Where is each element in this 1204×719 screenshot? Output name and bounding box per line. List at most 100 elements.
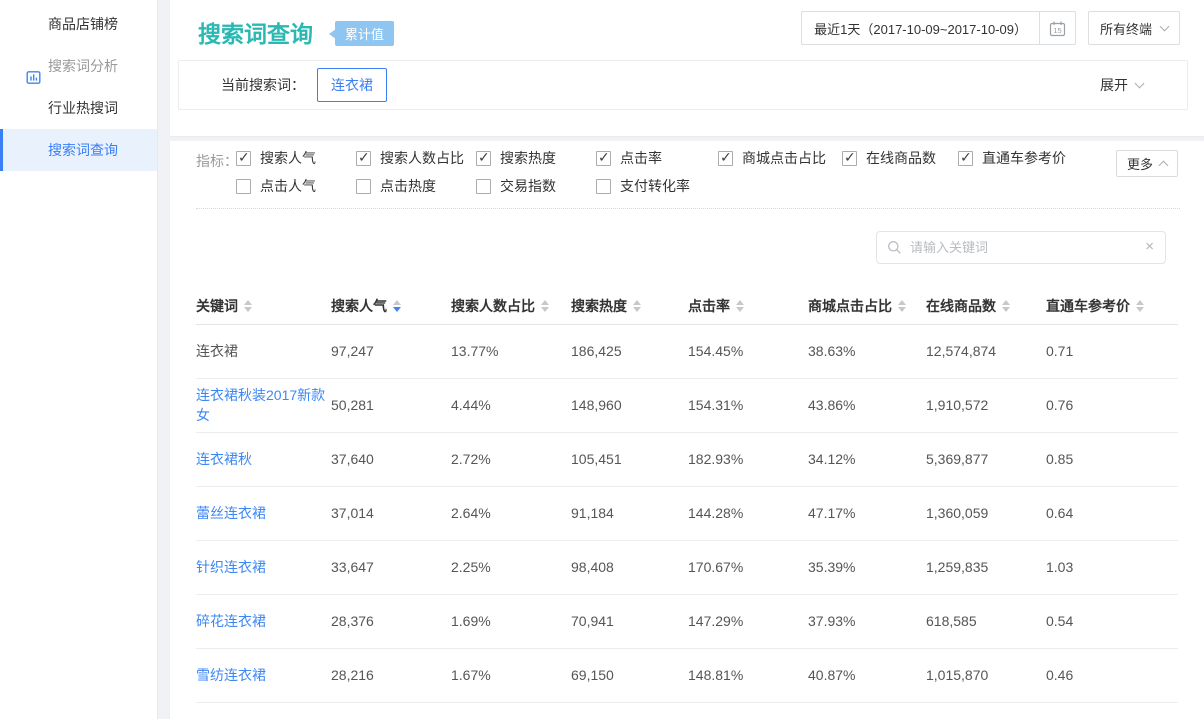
metric-cell: 37,640 [331, 432, 451, 486]
metric-cell: 37.93% [808, 594, 926, 648]
search-icon [887, 240, 902, 255]
indicator-label: 支付转化率 [620, 176, 690, 196]
metric-cell: 144.28% [688, 486, 808, 540]
sidebar: 商品店铺榜 搜索词分析 行业热搜词 [0, 0, 158, 719]
sidebar-item-label: 商品店铺榜 [48, 16, 118, 32]
metric-cell: 154.45% [688, 324, 808, 378]
sidebar-item-4[interactable]: 搜索词查询 [0, 129, 157, 171]
metric-cell: 148.81% [688, 648, 808, 702]
column-header[interactable]: 搜索人气 [331, 289, 451, 324]
sidebar-item-2[interactable]: 搜索词分析 [0, 45, 157, 87]
indicator-label: 交易指数 [500, 176, 556, 196]
indicator-checkbox[interactable]: 点击率 [596, 150, 662, 166]
metric-cell: 69,150 [571, 648, 688, 702]
current-term-label: 当前搜索词： [221, 75, 305, 95]
sidebar-item-label: 搜索词分析 [48, 58, 118, 74]
top-controls: 最近1天（2017-10-09~2017-10-09） 15 所有终端 [801, 11, 1180, 45]
metric-cell: 0.71 [1046, 324, 1178, 378]
table-row: 针织连衣裙33,6472.25%98,408170.67%35.39%1,259… [196, 540, 1178, 594]
column-header-label: 关键词 [196, 296, 238, 316]
metric-cell: 147.29% [688, 594, 808, 648]
indicator-checkbox[interactable]: 交易指数 [476, 178, 556, 194]
indicator-label: 点击热度 [380, 176, 436, 196]
metric-cell: 13.77% [451, 324, 571, 378]
title-row: 搜索词查询 累计值 最近1天（2017-10-09~2017-10-09） 15 [170, 0, 1204, 58]
keyword-link[interactable]: 雪纺连衣裙 [196, 667, 266, 683]
column-header[interactable]: 搜索热度 [571, 289, 688, 324]
column-header[interactable]: 直通车参考价 [1046, 289, 1178, 324]
keyword-link[interactable]: 蕾丝连衣裙 [196, 505, 266, 521]
keyword-link[interactable]: 碎花连衣裙 [196, 613, 266, 629]
sidebar-item-label: 行业热搜词 [48, 100, 118, 116]
column-header-label: 商城点击占比 [808, 296, 892, 316]
table-row: 蕾丝连衣裙37,0142.64%91,184144.28%47.17%1,360… [196, 486, 1178, 540]
indicator-checkbox[interactable]: 搜索热度 [476, 150, 556, 166]
indicator-label: 搜索人气 [260, 148, 316, 168]
table-header-row: 关键词 搜索人气 搜索人数占比 搜索热度 点击率 [196, 289, 1178, 324]
keyword-search-input[interactable] [910, 232, 1135, 263]
keyword-link[interactable]: 针织连衣裙 [196, 559, 266, 575]
indicator-label: 搜索人数占比 [380, 148, 464, 168]
clear-search-icon[interactable]: × [1145, 238, 1154, 255]
terminal-select[interactable]: 所有终端 [1088, 11, 1180, 45]
sort-arrows-icon [1136, 300, 1144, 312]
metric-cell: 40.87% [808, 648, 926, 702]
indicator-label: 搜索热度 [500, 148, 556, 168]
keywords-table: 关键词 搜索人气 搜索人数占比 搜索热度 点击率 [196, 289, 1178, 703]
metric-cell: 12,574,874 [926, 324, 1046, 378]
keyword-link[interactable]: 连衣裙秋装2017新款女 [196, 387, 325, 423]
sidebar-item-3[interactable]: 行业热搜词 [0, 87, 157, 129]
indicator-checkbox[interactable]: 支付转化率 [596, 178, 690, 194]
metric-cell: 0.46 [1046, 648, 1178, 702]
indicator-checkbox[interactable]: 直通车参考价 [958, 150, 1066, 166]
checkbox-icon [356, 179, 371, 194]
column-header[interactable]: 在线商品数 [926, 289, 1046, 324]
checkbox-icon [476, 151, 491, 166]
page-title: 搜索词查询 [198, 15, 313, 49]
metric-cell: 0.85 [1046, 432, 1178, 486]
indicator-checkbox[interactable]: 点击人气 [236, 178, 316, 194]
expand-toggle[interactable]: 展开 [1100, 75, 1143, 95]
date-range-button[interactable]: 最近1天（2017-10-09~2017-10-09） [802, 12, 1039, 44]
checkbox-icon [476, 179, 491, 194]
header-card: 搜索词查询 累计值 最近1天（2017-10-09~2017-10-09） 15 [170, 0, 1204, 136]
sort-arrows-icon [393, 300, 401, 312]
sort-arrows-icon [736, 300, 744, 312]
search-row: × [170, 231, 1204, 265]
metric-cell: 1.69% [451, 594, 571, 648]
column-header[interactable]: 商城点击占比 [808, 289, 926, 324]
column-header[interactable]: 点击率 [688, 289, 808, 324]
indicator-checkbox[interactable]: 商城点击占比 [718, 150, 826, 166]
metric-cell: 28,216 [331, 648, 451, 702]
column-header[interactable]: 搜索人数占比 [451, 289, 571, 324]
metric-cell: 182.93% [688, 432, 808, 486]
more-button[interactable]: 更多 [1116, 150, 1178, 177]
metric-cell: 148,960 [571, 378, 688, 432]
metric-cell: 4.44% [451, 378, 571, 432]
metric-cell: 1,360,059 [926, 486, 1046, 540]
terminal-select-value: 所有终端 [1100, 19, 1152, 38]
indicators-label: 指标： [196, 151, 238, 171]
metric-cell: 2.64% [451, 486, 571, 540]
table-row: 雪纺连衣裙28,2161.67%69,150148.81%40.87%1,015… [196, 648, 1178, 702]
indicator-checkbox[interactable]: 搜索人气 [236, 150, 316, 166]
sort-arrows-icon [1002, 300, 1010, 312]
table-row: 碎花连衣裙28,3761.69%70,941147.29%37.93%618,5… [196, 594, 1178, 648]
cumulative-value-badge: 累计值 [335, 21, 394, 46]
metric-cell: 186,425 [571, 324, 688, 378]
metric-cell: 91,184 [571, 486, 688, 540]
metric-cell: 98,408 [571, 540, 688, 594]
indicators-panel: 指标： 搜索人气 搜索人数占比 搜索热度 点击率 商城点击占比 在线商品数 直通… [170, 150, 1204, 202]
checkbox-icon [356, 151, 371, 166]
sidebar-menu: 商品店铺榜 搜索词分析 行业热搜词 [0, 0, 157, 171]
indicator-checkbox[interactable]: 点击热度 [356, 178, 436, 194]
indicator-checkbox[interactable]: 搜索人数占比 [356, 150, 464, 166]
current-term-chip[interactable]: 连衣裙 [317, 68, 387, 102]
keyword-link[interactable]: 连衣裙秋 [196, 451, 252, 467]
indicator-checkbox[interactable]: 在线商品数 [842, 150, 936, 166]
calendar-picker-button[interactable]: 15 [1039, 12, 1075, 44]
column-header-label: 搜索热度 [571, 296, 627, 316]
current-term-panel: 当前搜索词： 连衣裙 展开 [178, 60, 1188, 110]
column-header-label: 点击率 [688, 296, 730, 316]
sidebar-item-1[interactable]: 商品店铺榜 [0, 3, 157, 45]
